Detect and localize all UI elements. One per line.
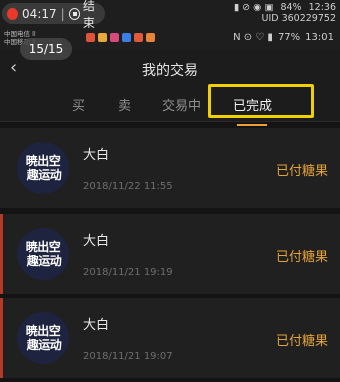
avatar-text-line-2: 趣运动 [26,338,62,352]
app-notification-icon [98,33,107,42]
inner-status-icons: N ⊙ ♡ ▮ [233,32,273,43]
tab-in-progress[interactable]: 交易中 [162,95,201,114]
row-accent-bar [0,214,3,294]
tab-sell[interactable]: 卖 [118,95,131,114]
outer-status-bar: 04:17 | 结束 ▮ ⊘ ◉ ▣ 84% 12:36 UID 3602297… [0,0,340,30]
stop-label[interactable]: 结束 [83,0,105,31]
order-date: 2018/11/21 19:07 [83,351,173,362]
order-status: 已付糖果 [275,250,328,265]
record-separator: | [60,6,65,21]
avatar: 暁出空 趣运动 [17,142,69,194]
screen-recorder-pill[interactable]: 04:17 | 结束 [2,0,105,30]
active-tab-indicator [237,124,267,126]
order-card[interactable]: 暁出空 趣运动 大白 2018/11/22 11:55 已付糖果 [0,128,340,208]
page-counter: 15/15 [20,38,72,60]
avatar: 暁出空 趣运动 [17,228,69,280]
order-card[interactable]: 暁出空 趣运动 大白 2018/11/21 19:19 已付糖果 [0,214,340,294]
outer-clock: 12:36 [308,2,336,13]
order-user-name: 大白 [83,234,110,249]
order-status: 已付糖果 [275,164,328,179]
order-user-name: 大白 [83,318,110,333]
avatar-text-line-2: 趣运动 [26,254,62,268]
inner-clock: 13:01 [305,32,334,43]
outer-status-right: ▮ ⊘ ◉ ▣ 84% 12:36 UID 360229752 [230,2,336,24]
avatar-text-line-1: 暁出空 [25,154,61,168]
order-date: 2018/11/22 11:55 [83,181,173,192]
row-accent-bar [0,298,3,378]
app-notification-icon [86,33,95,42]
inner-battery: 77% [277,32,301,43]
avatar-text-line-1: 暁出空 [25,324,61,338]
tab-buy[interactable]: 买 [72,95,85,114]
app-notification-icon [134,33,143,42]
outer-status-icons: ▮ ⊘ ◉ ▣ [233,2,274,13]
user-uid: UID 360229752 [261,13,337,24]
order-status: 已付糖果 [275,334,328,349]
app-notification-icon [110,33,119,42]
inner-status-right: N ⊙ ♡ ▮ 77% 13:01 [233,32,334,43]
record-dot-icon [7,7,19,20]
avatar-text-line-2: 趣运动 [26,168,62,182]
carrier-line-1: 中国电信 ll [4,30,36,38]
avatar: 暁出空 趣运动 [17,312,69,364]
app-notification-icon [146,33,155,42]
record-time: 04:17 [22,6,57,21]
page-title: 我的交易 [142,63,198,79]
avatar-text-line-1: 暁出空 [25,240,61,254]
order-date: 2018/11/21 19:19 [83,267,173,278]
app-notification-icon [122,33,131,42]
highlight-annotation-box [208,84,314,118]
order-user-name: 大白 [83,148,110,163]
notification-icons [86,33,155,42]
stop-icon[interactable] [68,7,80,20]
order-card[interactable]: 暁出空 趣运动 大白 2018/11/21 19:07 已付糖果 [0,298,340,378]
outer-battery: 84% [280,2,302,13]
